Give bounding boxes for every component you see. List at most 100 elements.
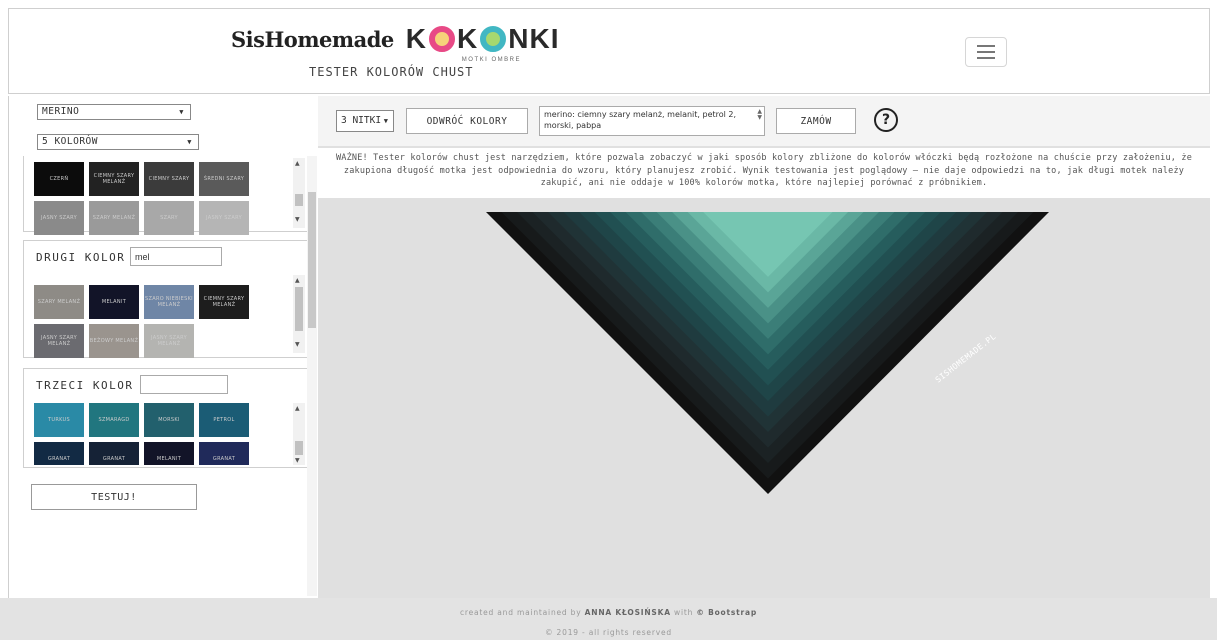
color-swatch[interactable]: CIEMNY SZARY	[144, 162, 194, 196]
color-swatch-label: MELANIT	[156, 456, 182, 462]
threads-select[interactable]: 3 NITKI ▼	[336, 110, 394, 132]
color-swatch-label: CIEMNY SZARY MELANŻ	[93, 173, 135, 185]
color-swatch[interactable]: SZARY MELANŻ	[34, 285, 84, 319]
color-swatch-label: GRANAT	[102, 456, 126, 462]
color-swatch-label: MORSKI	[158, 417, 180, 423]
scroll-up-icon[interactable]: ▲	[295, 405, 300, 412]
scrollbar-thumb[interactable]	[295, 194, 303, 206]
color-swatch-label: JASNY SZARY	[206, 215, 242, 221]
color-swatch[interactable]: ŚREDNI SZARY	[199, 162, 249, 196]
color-swatch[interactable]: TURKUS	[34, 403, 84, 437]
color-count-select[interactable]: 5 KOLORÓW ▼	[37, 134, 199, 150]
toolbar: 3 NITKI ▼ ODWRÓĆ KOLORY merino: ciemny s…	[318, 96, 1210, 146]
third-panel-scrollbar[interactable]: ▲ ▼	[293, 403, 305, 465]
second-color-swatches: SZARY MELANŻ MELANIT SZARO NIEBIESKI MELAN…	[34, 285, 249, 358]
help-icon[interactable]: ?	[874, 108, 898, 132]
test-button[interactable]: TESTUJ!	[31, 484, 197, 510]
color-swatch-label: JASNY SZARY MELANŻ	[41, 335, 77, 347]
color-swatch[interactable]: CIEMNY SZARY MELANŻ	[199, 285, 249, 319]
brand-subtitle: MOTKI OMBRE	[461, 57, 521, 63]
textarea-spinner-icon[interactable]: ▲ ▼	[757, 109, 762, 121]
hamburger-menu-button[interactable]	[965, 37, 1007, 67]
brand-kokonki: K K NKI MOTKI OMBRE	[405, 23, 560, 63]
selected-colors-textarea[interactable]: merino: ciemny szary melanż, melanit, pe…	[539, 106, 765, 136]
footer-credits-prefix: created and maintained by	[459, 608, 582, 617]
color-swatch-label: PETROL	[213, 417, 235, 423]
scrollbar-thumb[interactable]	[295, 287, 303, 331]
color-swatch-label: BEŻOWY MELANŻ	[89, 338, 139, 344]
color-swatch[interactable]: BEŻOWY MELANŻ	[89, 324, 139, 358]
reverse-colors-button[interactable]: ODWRÓĆ KOLORY	[406, 108, 528, 134]
scrollbar-thumb[interactable]	[308, 192, 316, 328]
color-swatch[interactable]: MORSKI	[144, 403, 194, 437]
color-swatch[interactable]: JASNY SZARY	[34, 201, 84, 235]
shawl-preview: SISHOMEMADE.PL	[318, 198, 1210, 598]
first-color-panel: CZERŃ CIEMNY SZARY MELANŻ CIEMNY SZARY ŚRED…	[23, 156, 308, 235]
color-swatch[interactable]: JASNY SZARY MELANŻ	[144, 324, 194, 358]
kokonki-letter-k1: K	[405, 23, 428, 54]
dropdown-caret-icon: ▼	[179, 108, 184, 116]
yarn-type-value: MERINO	[42, 106, 80, 117]
sidebar: MERINO ▼ 5 KOLORÓW ▼ CZERŃ CIEMNY SZARY M…	[8, 96, 318, 598]
scrollbar-thumb[interactable]	[295, 441, 303, 455]
kokonki-letter-k2: K	[457, 23, 479, 54]
scroll-up-icon[interactable]: ▲	[295, 160, 300, 167]
scroll-up-icon[interactable]: ▲	[295, 277, 300, 284]
color-swatch[interactable]: SZARY MELANŻ	[89, 201, 139, 235]
color-swatch-label: GRANAT	[212, 456, 236, 462]
footer-bootstrap-link[interactable]: © Bootstrap	[696, 608, 757, 617]
yarn-ring-icon	[429, 26, 456, 52]
color-swatch-label: SZARY MELANŻ	[37, 299, 81, 305]
color-swatch-label: SZARY	[160, 215, 178, 221]
scroll-down-icon[interactable]: ▼	[295, 457, 300, 464]
color-swatch[interactable]: CIEMNY SZARY MELANŻ	[89, 162, 139, 196]
sidebar-scrollbar[interactable]	[307, 156, 317, 596]
shawl-svg: SISHOMEMADE.PL	[486, 212, 1049, 494]
logo[interactable]: SisHomemade K K NKI MOTKI OMBRE	[231, 19, 560, 63]
color-swatch-label: SZMARAGD	[98, 417, 130, 423]
second-color-panel: DRUGI KOLOR SZARY MELANŻ MELANIT SZARO NIE…	[23, 240, 308, 358]
color-swatch[interactable]: SZARY	[144, 201, 194, 235]
color-swatch[interactable]: PETROL	[199, 403, 249, 437]
third-color-panel: TRZECI KOLOR TURKUS SZMARAGD MORSKI PETROL G…	[23, 368, 308, 468]
color-swatch-label: JASNY SZARY MELANŻ	[151, 335, 187, 347]
footer-with: with	[674, 608, 694, 617]
color-swatch[interactable]: SZARO NIEBIESKI MELANŻ	[144, 285, 194, 319]
color-swatch[interactable]: CZERŃ	[34, 162, 84, 196]
page-title: TESTER KOLORÓW CHUST	[309, 65, 474, 79]
color-swatch-label: CIEMNY SZARY	[148, 176, 190, 182]
order-button[interactable]: ZAMÓW	[776, 108, 856, 134]
third-color-search-input[interactable]	[140, 375, 228, 394]
color-swatch[interactable]: JASNY SZARY MELANŻ	[34, 324, 84, 358]
color-swatch-label: MELANIT	[101, 299, 127, 305]
hamburger-line	[977, 51, 995, 53]
shawl-watermark: SISHOMEMADE.PL	[934, 332, 998, 385]
color-swatch[interactable]: GRANAT	[34, 442, 84, 465]
footer-author: ANNA KŁOSIŃSKA	[584, 608, 671, 617]
second-color-search-input[interactable]	[130, 247, 222, 266]
first-color-swatches: CZERŃ CIEMNY SZARY MELANŻ CIEMNY SZARY ŚRED…	[34, 162, 249, 235]
dropdown-caret-icon: ▼	[383, 117, 388, 125]
color-count-value: 5 KOLORÓW	[42, 136, 98, 147]
color-swatch-label: TURKUS	[48, 417, 70, 423]
main-area: 3 NITKI ▼ ODWRÓĆ KOLORY merino: ciemny s…	[318, 96, 1210, 598]
scroll-down-icon[interactable]: ▼	[295, 341, 300, 348]
second-panel-scrollbar[interactable]: ▲ ▼	[293, 275, 305, 353]
color-swatch[interactable]: GRANAT	[199, 442, 249, 465]
yarn-type-select[interactable]: MERINO ▼	[37, 104, 191, 120]
color-swatch[interactable]: MELANIT	[89, 285, 139, 319]
footer: created and maintained by ANNA KŁOSIŃSKA…	[0, 598, 1217, 640]
color-swatch[interactable]: GRANAT	[89, 442, 139, 465]
scroll-down-icon[interactable]: ▼	[295, 216, 300, 223]
threads-value: 3 NITKI	[341, 115, 382, 126]
hamburger-line	[977, 57, 995, 59]
first-panel-scrollbar[interactable]: ▲ ▼	[293, 158, 305, 228]
color-swatch-label: GRANAT	[47, 456, 71, 462]
color-swatch[interactable]: SZMARAGD	[89, 403, 139, 437]
color-swatch-label: SZARO NIEBIESKI MELANŻ	[145, 296, 193, 308]
dropdown-caret-icon: ▼	[187, 138, 192, 146]
color-swatch[interactable]: JASNY SZARY	[199, 201, 249, 235]
color-swatch[interactable]: MELANIT	[144, 442, 194, 465]
third-color-title: TRZECI KOLOR	[36, 379, 134, 392]
header: SisHomemade K K NKI MOTKI OMBRE TESTER K…	[8, 8, 1210, 94]
